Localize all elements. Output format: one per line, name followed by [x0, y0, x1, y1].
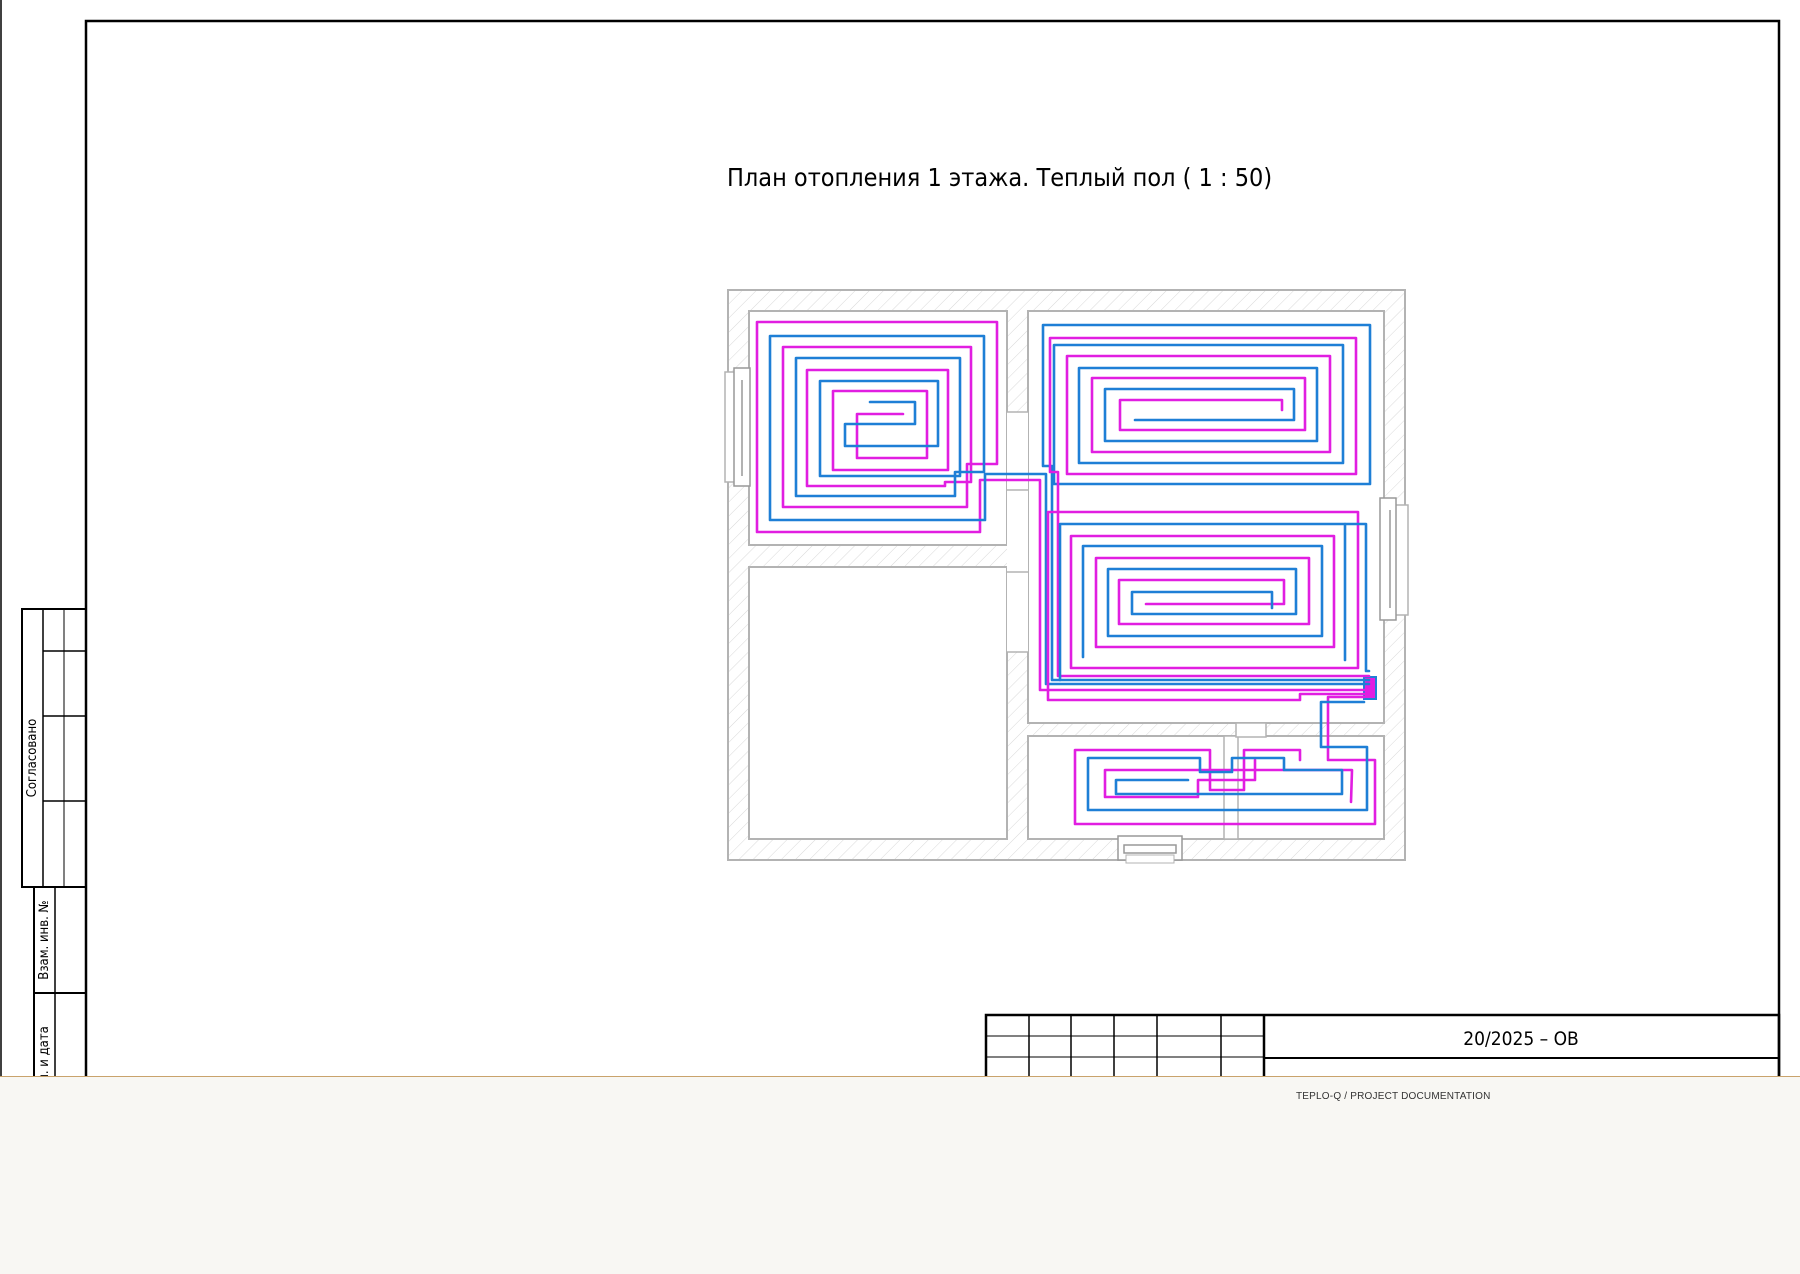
floor-plan — [724, 289, 1409, 864]
document-code: 20/2025 – ОВ — [1463, 1028, 1579, 1050]
room-bottom-left — [748, 566, 1008, 840]
footer-label: TEPLO-Q / PROJECT DOCUMENTATION — [1296, 1091, 1491, 1102]
inv-number-label: Взам. инв. № — [37, 900, 52, 979]
corridor — [1007, 412, 1028, 652]
window-left — [724, 367, 751, 487]
inventory-stamp: Взам. инв. № Подп. и дата — [33, 886, 87, 1076]
window-right — [1379, 497, 1409, 621]
drawing-title: План отопления 1 этажа. Теплый пол ( 1 :… — [727, 163, 1272, 192]
footer-band: TEPLO-Q / PROJECT DOCUMENTATION — [0, 1076, 1800, 1274]
title-block: 20/2025 – ОВ — [984, 1013, 1781, 1076]
drawing-sheet: Согласовано Взам. инв. № Подп. и дата 20… — [0, 0, 1800, 1076]
drawing-canvas: Согласовано Взам. инв. № Подп. и дата 20… — [0, 0, 1781, 1076]
agreed-label: Согласовано — [25, 719, 40, 798]
window-bottom — [1117, 835, 1183, 864]
sign-date-label: Подп. и дата — [37, 1026, 52, 1076]
approval-stamp: Согласовано — [21, 608, 87, 888]
